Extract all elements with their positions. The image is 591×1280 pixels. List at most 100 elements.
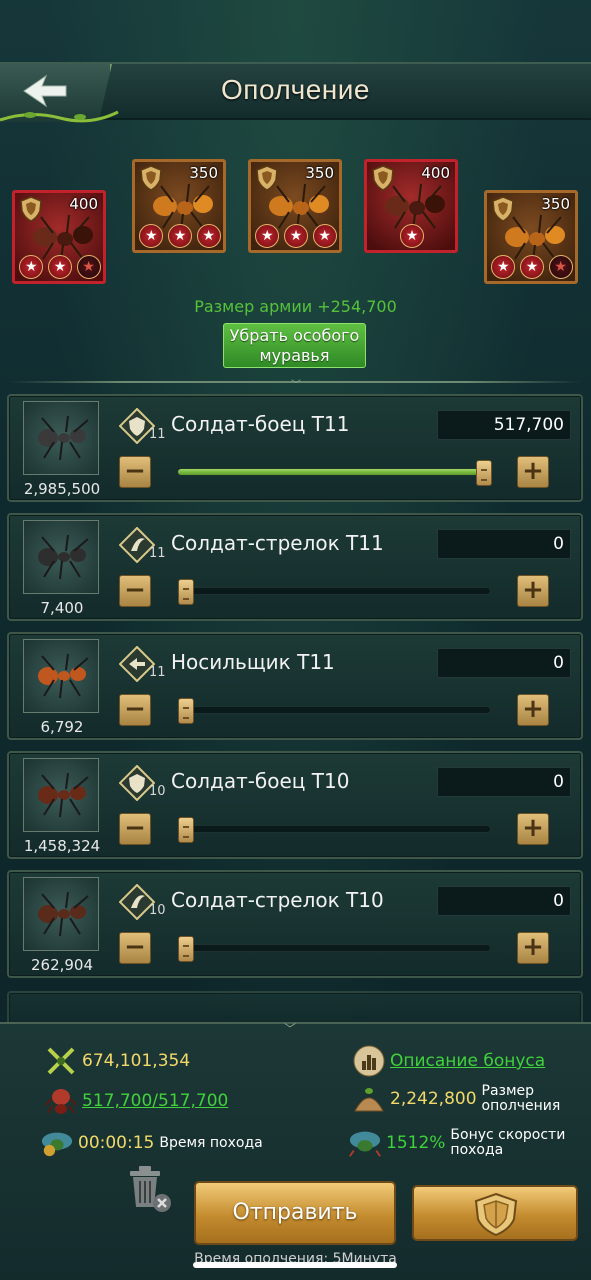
star-icon: ★ xyxy=(255,224,280,248)
star-icon: ★ xyxy=(19,255,44,279)
troop-tier: 10 xyxy=(149,784,166,799)
troop-portrait[interactable] xyxy=(23,877,99,951)
red-ant-icon xyxy=(44,1084,78,1118)
troop-name: Солдат-стрелок T11 xyxy=(171,531,384,555)
troop-row: 262,904 10 Солдат-стрелок T10 0 − + xyxy=(7,870,583,978)
page-title: Ополчение xyxy=(221,74,370,105)
slider-handle[interactable] xyxy=(476,460,492,486)
troop-portrait[interactable] xyxy=(23,401,99,475)
troop-available-count: 262,904 xyxy=(30,956,94,974)
remove-button-label-line1: Убрать особого xyxy=(229,326,360,345)
troop-tier: 10 xyxy=(149,903,166,918)
minus-button[interactable]: − xyxy=(119,456,151,488)
star-icon: ★ xyxy=(283,224,308,248)
hero-card[interactable]: 400 ★ xyxy=(364,159,458,253)
minus-button[interactable]: − xyxy=(119,932,151,964)
troop-slider[interactable] xyxy=(177,936,491,962)
slider-handle[interactable] xyxy=(178,698,194,724)
army-size-text: Размер армии +254,700 xyxy=(194,297,397,316)
ant-icon xyxy=(38,534,89,580)
power-stat: 674,101,354 xyxy=(44,1044,190,1078)
hero-stars: ★ ★ ★ xyxy=(253,224,339,248)
speed-bonus-value: 1512% xyxy=(386,1133,446,1153)
plus-button[interactable]: + xyxy=(517,575,549,607)
minus-button[interactable]: − xyxy=(119,694,151,726)
troop-name: Солдат-стрелок T10 xyxy=(171,888,384,912)
formation-shield-button[interactable] xyxy=(412,1185,578,1241)
star-icon: ★ xyxy=(139,224,164,248)
hero-card[interactable]: 350 ★ ★ ★ xyxy=(132,159,226,253)
troop-slider[interactable] xyxy=(177,579,491,605)
send-button[interactable]: Отправить xyxy=(194,1181,396,1245)
star-icon: ★ xyxy=(400,224,424,248)
star-icon: ★ xyxy=(47,255,72,279)
bonus-description[interactable]: Описание бонуса xyxy=(352,1044,545,1078)
troop-available-count: 7,400 xyxy=(40,599,84,617)
speed-bonus-label: Бонус скорости похода xyxy=(450,1127,566,1158)
troop-available-count: 2,985,500 xyxy=(23,480,101,498)
troop-row: 2,985,500 11 Солдат-боец T11 517,700 − + xyxy=(7,394,583,502)
slider-handle[interactable] xyxy=(178,936,194,962)
header-bar: Ополчение xyxy=(0,62,591,123)
troop-tier: 11 xyxy=(149,665,166,680)
plus-button[interactable]: + xyxy=(517,932,549,964)
troop-slider[interactable] xyxy=(177,698,491,724)
slider-handle[interactable] xyxy=(178,817,194,843)
hero-card[interactable]: 350 ★ ★ ★ xyxy=(248,159,342,253)
star-icon: ★ xyxy=(519,255,544,279)
anthill-icon xyxy=(352,1082,386,1116)
ant-icon xyxy=(38,891,89,937)
trash-icon[interactable] xyxy=(124,1163,174,1215)
plus-button[interactable]: + xyxy=(517,694,549,726)
divider: ﹀ xyxy=(10,378,581,391)
troop-portrait[interactable] xyxy=(23,758,99,832)
troop-tier: 11 xyxy=(149,427,166,442)
march-time-label: Время похода xyxy=(159,1134,263,1151)
minus-button[interactable]: − xyxy=(119,813,151,845)
ant-icon xyxy=(38,415,89,461)
troop-row: 1,458,324 10 Солдат-боец T10 0 − + xyxy=(7,751,583,859)
remove-button-label-line2: муравья xyxy=(259,346,330,365)
remove-special-ant-button[interactable]: Убрать особого муравья xyxy=(223,323,366,368)
troop-quantity-input[interactable]: 0 xyxy=(437,648,571,678)
ant-icon xyxy=(38,653,89,699)
troops-count-stat[interactable]: 517,700/517,700 xyxy=(44,1084,228,1118)
rally-size-label: Размер ополчения xyxy=(481,1083,561,1114)
troop-slider[interactable] xyxy=(177,460,492,486)
plus-button[interactable]: + xyxy=(517,456,549,488)
troop-portrait[interactable] xyxy=(23,639,99,713)
march-time-stat: 00:00:15 Время похода xyxy=(40,1126,263,1160)
troop-name: Солдат-боец T10 xyxy=(171,769,350,793)
winged-ant-clock-icon xyxy=(40,1126,74,1160)
crossed-swords-icon xyxy=(44,1044,78,1078)
star-icon: ★ xyxy=(548,255,573,279)
shield-icon xyxy=(474,1192,518,1237)
troop-tier: 11 xyxy=(149,546,166,561)
bonus-description-link[interactable]: Описание бонуса xyxy=(390,1051,545,1071)
speed-bonus-stat: 1512% Бонус скорости похода xyxy=(348,1126,565,1160)
troop-quantity-input[interactable]: 0 xyxy=(437,886,571,916)
troop-name: Солдат-боец T11 xyxy=(171,412,350,436)
troop-slider[interactable] xyxy=(177,817,491,843)
hero-card[interactable]: 400 ★ ★ ★ xyxy=(12,190,106,284)
slider-fill xyxy=(178,469,484,475)
slider-handle[interactable] xyxy=(178,579,194,605)
chevron-down-icon: ﹀ xyxy=(284,1022,297,1036)
troop-row: 7,400 11 Солдат-стрелок T11 0 − + xyxy=(7,513,583,621)
plus-button[interactable]: + xyxy=(517,813,549,845)
march-time-value: 00:00:15 xyxy=(78,1133,155,1153)
troop-quantity-input[interactable]: 517,700 xyxy=(437,410,571,440)
troop-portrait[interactable] xyxy=(23,520,99,594)
hero-stars: ★ ★ ★ xyxy=(137,224,223,248)
troop-quantity-input[interactable]: 0 xyxy=(437,767,571,797)
star-icon: ★ xyxy=(196,224,221,248)
home-indicator[interactable] xyxy=(193,1262,397,1268)
troops-count-value[interactable]: 517,700/517,700 xyxy=(82,1091,228,1111)
troop-quantity-input[interactable]: 0 xyxy=(437,529,571,559)
minus-button[interactable]: − xyxy=(119,575,151,607)
troop-available-count: 6,792 xyxy=(40,718,84,736)
star-icon: ★ xyxy=(167,224,192,248)
rally-size-value: 2,242,800 xyxy=(390,1089,477,1109)
rally-size-stat: 2,242,800 Размер ополчения xyxy=(352,1082,560,1116)
hero-card[interactable]: 350 ★ ★ ★ xyxy=(484,190,578,284)
